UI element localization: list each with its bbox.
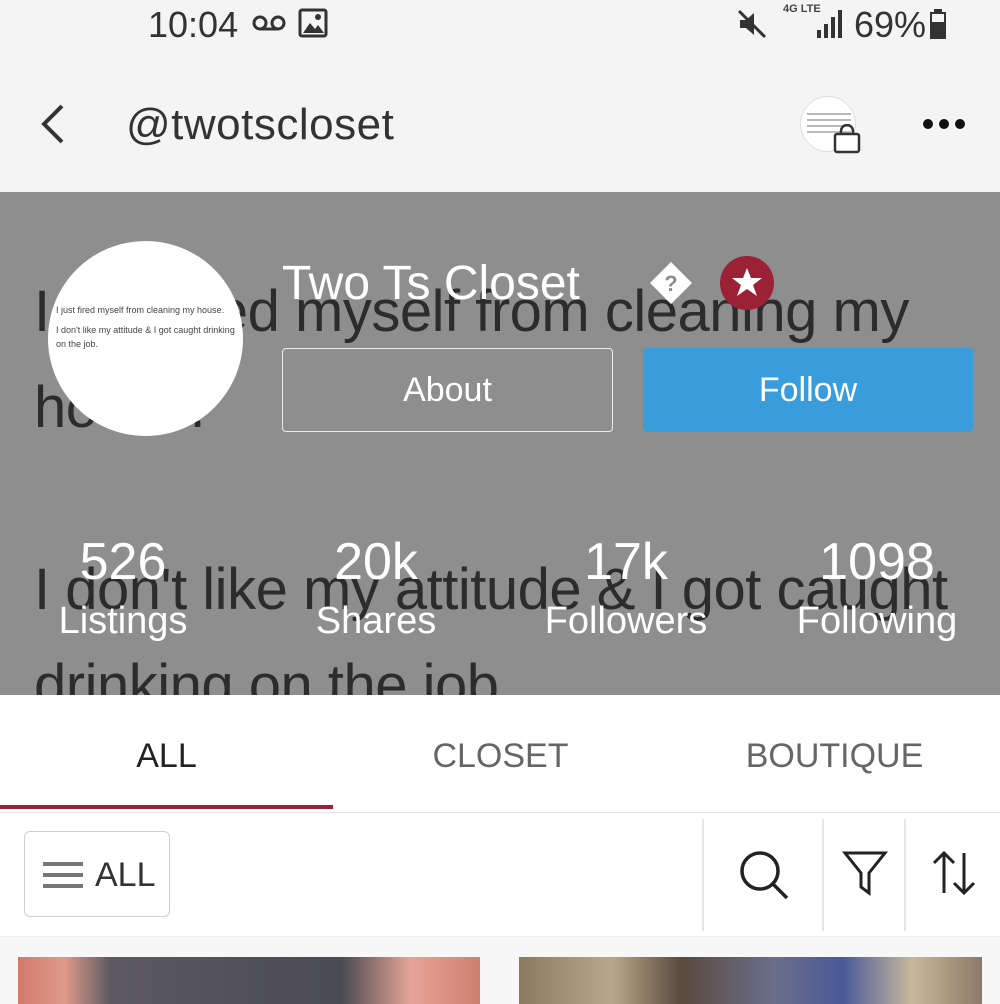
- stat-followers[interactable]: 17k Followers: [506, 532, 746, 650]
- avatar-text-line-2: I don't like my attitude & I got caught …: [56, 325, 235, 349]
- stat-following[interactable]: 1098 Following: [757, 532, 997, 650]
- category-all-button[interactable]: ALL: [24, 831, 170, 917]
- stat-shares[interactable]: 20k Shares: [256, 532, 496, 650]
- mute-icon: [736, 8, 768, 45]
- back-arrow-icon[interactable]: [38, 102, 68, 151]
- shopping-bag-icon[interactable]: [832, 123, 862, 159]
- stat-value: 1098: [819, 533, 935, 591]
- battery-icon: [928, 8, 948, 45]
- divider: [702, 819, 704, 931]
- category-all-label: ALL: [95, 856, 156, 894]
- stat-value: 526: [79, 533, 167, 591]
- stat-label: Followers: [544, 600, 708, 642]
- listing-thumbnail[interactable]: [18, 957, 480, 1004]
- avatar-text-line-1: I just fired myself from cleaning my hou…: [56, 305, 225, 315]
- page-title: @twotscloset: [126, 100, 395, 149]
- filter-bar: ALL: [0, 813, 1000, 937]
- more-options-icon[interactable]: [920, 116, 968, 137]
- tab-closet[interactable]: CLOSET: [334, 737, 667, 776]
- about-button[interactable]: About: [282, 348, 613, 432]
- svg-text:?: ?: [664, 271, 677, 296]
- closet-tabs: ALL CLOSET BOUTIQUE: [0, 695, 1000, 813]
- stat-label: Following: [796, 600, 958, 642]
- status-bar: 10:04 4G LTE 69%: [0, 0, 1000, 50]
- voicemail-icon: [252, 12, 286, 39]
- active-tab-indicator: [0, 805, 333, 809]
- stat-label: Shares: [315, 600, 437, 642]
- sort-icon[interactable]: [930, 849, 978, 902]
- status-time: 10:04: [148, 4, 239, 45]
- listing-grid: [0, 937, 1000, 1004]
- follow-button[interactable]: Follow: [643, 348, 973, 432]
- avatar[interactable]: I just fired myself from cleaning my hou…: [48, 241, 243, 436]
- image-notification-icon: [298, 8, 328, 43]
- tab-all[interactable]: ALL: [0, 737, 333, 776]
- divider: [822, 819, 824, 931]
- divider: [904, 819, 906, 931]
- battery-percentage: 69%: [854, 4, 927, 45]
- profile-banner: I just fired myself from cleaning my hou…: [0, 192, 1000, 695]
- filter-icon[interactable]: [841, 849, 889, 902]
- verified-info-icon[interactable]: ?: [648, 260, 694, 311]
- stat-listings[interactable]: 526 Listings: [3, 532, 243, 650]
- menu-icon: [43, 862, 83, 888]
- signal-icon: [815, 8, 845, 45]
- shop-name: Two Ts Closet: [282, 257, 580, 310]
- stat-value: 20k: [334, 533, 418, 591]
- ambassador-star-badge[interactable]: [720, 256, 774, 310]
- app-header: @twotscloset: [0, 50, 1000, 192]
- stat-value: 17k: [584, 533, 668, 591]
- listing-thumbnail[interactable]: [519, 957, 982, 1004]
- tab-boutique[interactable]: BOUTIQUE: [668, 737, 1000, 776]
- stat-label: Listings: [58, 600, 188, 642]
- search-icon[interactable]: [738, 849, 790, 906]
